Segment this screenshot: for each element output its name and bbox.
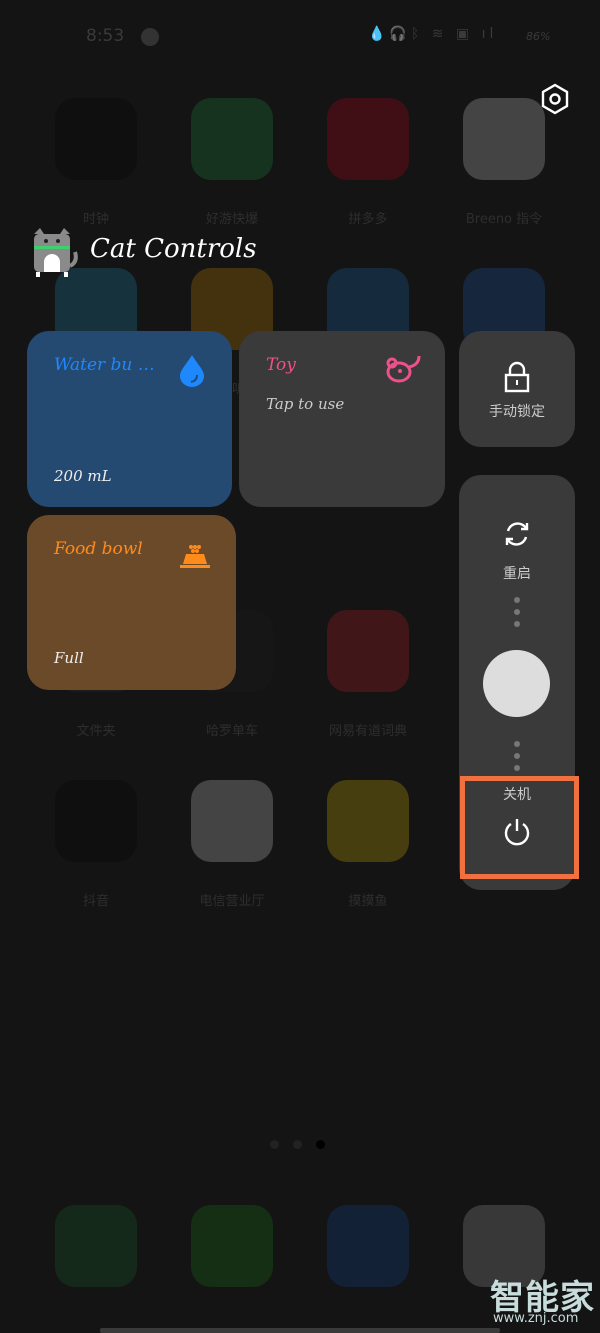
app-label: Breeno 指令 xyxy=(465,212,543,227)
app-label: 哈罗单车 xyxy=(205,724,258,739)
app-icon[interactable] xyxy=(327,780,409,862)
toy-card-value: Tap to use xyxy=(266,395,345,413)
app-icon[interactable] xyxy=(55,780,137,862)
dock-wechat-icon[interactable] xyxy=(191,1205,273,1287)
lock-icon xyxy=(504,361,530,393)
app-label: 网易有道词典 xyxy=(328,724,407,739)
settings-icon[interactable] xyxy=(540,83,570,115)
app-label: 文件夹 xyxy=(76,724,116,739)
toy-card-title: Toy xyxy=(266,355,296,375)
app-icon[interactable] xyxy=(191,98,273,180)
manual-lock-button[interactable]: 手动锁定 xyxy=(459,331,575,447)
app-icon[interactable] xyxy=(191,780,273,862)
cat-logo-icon xyxy=(34,228,78,277)
status-time: 8:53 xyxy=(86,26,125,46)
status-icons: 💧🎧ᛒ ≋ ▣ ıl xyxy=(368,26,498,42)
app-label: 电信营业厅 xyxy=(199,894,265,909)
app-label: 摸摸鱼 xyxy=(348,894,388,909)
power-off-highlight xyxy=(460,776,579,879)
mouse-toy-icon xyxy=(386,355,421,383)
water-bowl-card[interactable]: Water bu … 200 mL xyxy=(27,331,232,507)
food-bowl-icon xyxy=(180,545,210,568)
manual-lock-label: 手动锁定 xyxy=(489,404,545,420)
app-label: 好游快爆 xyxy=(205,212,258,227)
slider-handle[interactable] xyxy=(483,650,550,717)
app-label: 拼多多 xyxy=(348,212,388,227)
toy-card[interactable]: Toy Tap to use xyxy=(239,331,445,507)
app-label: 时钟 xyxy=(82,212,109,227)
nav-bar[interactable] xyxy=(100,1328,500,1333)
restart-icon xyxy=(505,522,529,546)
food-card-value: Full xyxy=(54,649,84,667)
dock-kugou-icon[interactable] xyxy=(327,1205,409,1287)
app-icon[interactable] xyxy=(55,98,137,180)
water-card-value: 200 mL xyxy=(54,467,112,485)
food-bowl-card[interactable]: Food bowl Full xyxy=(27,515,236,690)
dots-up xyxy=(514,597,520,633)
app-icon[interactable] xyxy=(327,98,409,180)
restart-label: 重启 xyxy=(503,566,531,582)
app-icon[interactable] xyxy=(463,98,545,180)
dots-down xyxy=(514,741,520,777)
app-icon[interactable] xyxy=(327,610,409,692)
dock-phone-icon[interactable] xyxy=(55,1205,137,1287)
battery-level: 86% xyxy=(526,30,551,43)
water-drop-icon xyxy=(180,355,204,387)
controls-title: Cat Controls xyxy=(90,234,257,264)
page-indicator[interactable] xyxy=(270,1140,325,1149)
app-label: 抖音 xyxy=(82,894,109,909)
food-card-title: Food bowl xyxy=(54,539,143,559)
water-card-title: Water bu … xyxy=(54,355,155,375)
cat-notification-icon xyxy=(141,28,159,46)
watermark-url: www.znj.com xyxy=(493,1311,579,1326)
